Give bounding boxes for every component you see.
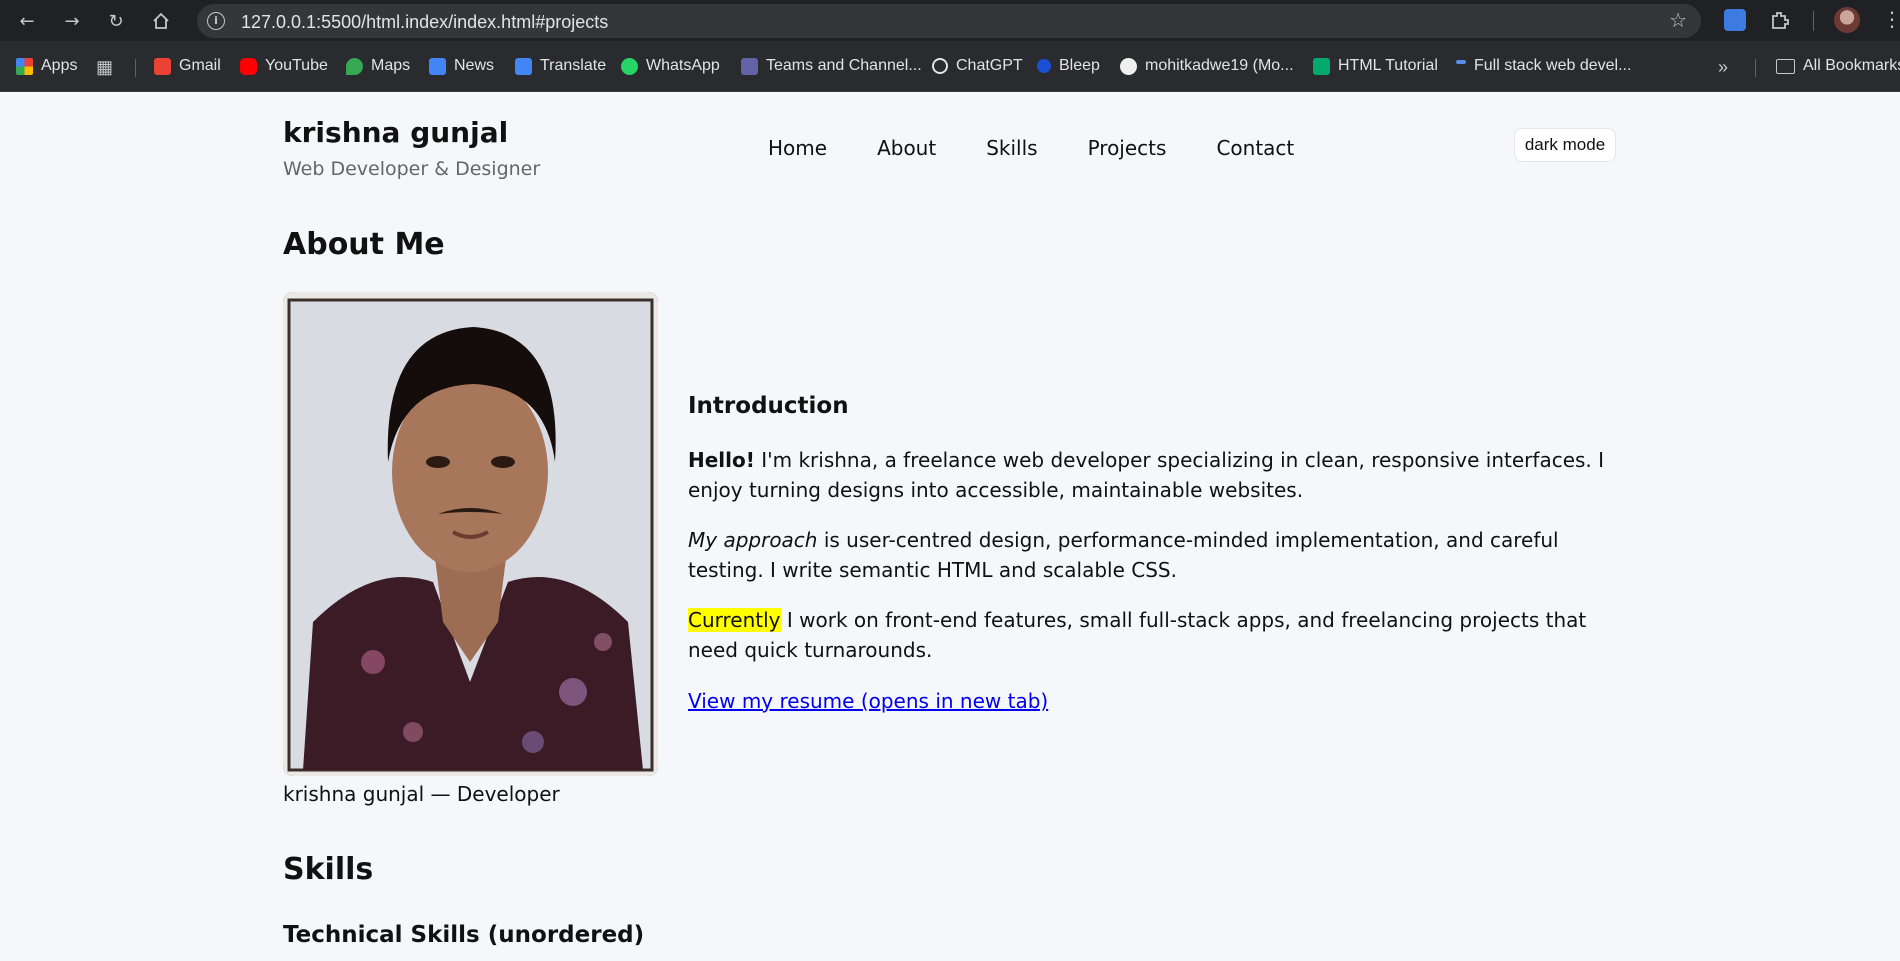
maps-icon bbox=[346, 57, 363, 75]
skills-heading: Skills bbox=[283, 852, 374, 887]
paragraph-text: I work on front-end features, small full… bbox=[688, 608, 1587, 662]
page-content: krishna gunjal Web Developer & Designer … bbox=[0, 92, 1900, 961]
nav-home[interactable]: Home bbox=[768, 136, 827, 160]
bookmark-label: Full stack web devel... bbox=[1474, 57, 1632, 74]
bookmark-whatsapp[interactable]: WhatsApp bbox=[621, 57, 720, 75]
bookmark-label: HTML Tutorial bbox=[1338, 57, 1438, 74]
bookmark-apps[interactable]: Apps bbox=[16, 57, 77, 75]
translate-extension-icon[interactable] bbox=[1724, 9, 1746, 31]
bookmark-separator bbox=[135, 59, 136, 77]
nav-projects[interactable]: Projects bbox=[1088, 136, 1167, 160]
menu-kebab-icon[interactable]: ⋮ bbox=[1882, 8, 1900, 30]
github-icon bbox=[1120, 57, 1137, 75]
youtube-icon bbox=[240, 57, 257, 75]
bookmarks-bar: Apps ▦ Gmail YouTube Maps News Translate… bbox=[0, 41, 1900, 92]
bookmark-label: Teams and Channel... bbox=[766, 57, 922, 74]
nav-skills[interactable]: Skills bbox=[986, 136, 1037, 160]
bookmark-youtube[interactable]: YouTube bbox=[240, 57, 328, 75]
intro-paragraph-3: Currently I work on front-end features, … bbox=[688, 605, 1618, 665]
bookmark-label: Bleep bbox=[1059, 57, 1100, 74]
introduction-heading: Introduction bbox=[688, 393, 849, 419]
intro-paragraph-2: My approach is user-centred design, perf… bbox=[688, 525, 1618, 585]
bookmark-label: mohitkadwe19 (Mo... bbox=[1145, 57, 1294, 74]
bookmark-icon bbox=[1456, 60, 1466, 64]
profile-photo bbox=[283, 292, 658, 776]
whatsapp-icon bbox=[621, 57, 638, 75]
w3schools-icon bbox=[1313, 57, 1330, 75]
bookmark-bleep[interactable]: Bleep bbox=[1037, 57, 1100, 75]
home-icon[interactable] bbox=[148, 8, 174, 34]
news-icon bbox=[429, 57, 446, 75]
translate-icon bbox=[515, 57, 532, 75]
dark-mode-button[interactable]: dark mode bbox=[1514, 128, 1616, 162]
bookmark-html-tutorial[interactable]: HTML Tutorial bbox=[1313, 57, 1438, 75]
paragraph-text: I'm krishna, a freelance web developer s… bbox=[688, 448, 1605, 502]
photo-caption: krishna gunjal — Developer bbox=[283, 782, 560, 806]
intro-paragraph-1: Hello! I'm krishna, a freelance web deve… bbox=[688, 445, 1618, 505]
bookmark-label: WhatsApp bbox=[646, 57, 720, 74]
bookmark-teams[interactable]: Teams and Channel... bbox=[741, 57, 922, 75]
site-subtitle: Web Developer & Designer bbox=[283, 158, 541, 180]
nav-about[interactable]: About bbox=[877, 136, 936, 160]
bookmark-gmail[interactable]: Gmail bbox=[154, 57, 221, 75]
site-info-icon[interactable]: i bbox=[207, 12, 225, 30]
paragraph-text: is user-centred design, performance-mind… bbox=[688, 528, 1559, 582]
bookmark-news[interactable]: News bbox=[429, 57, 494, 75]
bookmark-grid[interactable]: ▦ bbox=[96, 57, 113, 78]
folder-icon bbox=[1776, 58, 1795, 74]
approach-italic: My approach bbox=[688, 528, 818, 552]
bookmark-label: News bbox=[454, 57, 495, 74]
url-text[interactable]: 127.0.0.1:5500/html.index/index.html#pro… bbox=[241, 12, 608, 33]
browser-toolbar: ← → ↻ i 127.0.0.1:5500/html.index/index.… bbox=[0, 0, 1900, 41]
back-icon[interactable]: ← bbox=[14, 8, 40, 34]
reload-icon[interactable]: ↻ bbox=[103, 8, 129, 34]
resume-link[interactable]: View my resume (opens in new tab) bbox=[688, 689, 1048, 713]
address-bar[interactable]: i 127.0.0.1:5500/html.index/index.html#p… bbox=[197, 4, 1701, 38]
apps-grid-icon bbox=[16, 57, 33, 75]
bookmark-github[interactable]: mohitkadwe19 (Mo... bbox=[1120, 57, 1294, 75]
bookmark-label: Gmail bbox=[179, 57, 221, 74]
currently-highlight: Currently bbox=[688, 608, 781, 632]
bookmark-label: YouTube bbox=[265, 57, 328, 74]
site-title: krishna gunjal bbox=[283, 116, 509, 149]
bleep-icon bbox=[1037, 59, 1051, 73]
bookmark-label: Apps bbox=[41, 57, 78, 74]
chatgpt-icon bbox=[932, 58, 948, 74]
bookmark-label: ChatGPT bbox=[956, 57, 1023, 74]
nav-contact[interactable]: Contact bbox=[1216, 136, 1294, 160]
about-heading: About Me bbox=[283, 227, 445, 262]
bookmark-chatgpt[interactable]: ChatGPT bbox=[932, 57, 1023, 75]
main-navigation: Home About Skills Projects Contact bbox=[768, 136, 1344, 160]
profile-avatar[interactable] bbox=[1834, 7, 1860, 33]
technical-skills-heading: Technical Skills (unordered) bbox=[283, 922, 645, 948]
bookmark-maps[interactable]: Maps bbox=[346, 57, 410, 75]
gmail-icon bbox=[154, 57, 171, 75]
all-bookmarks-folder[interactable]: All Bookmarks bbox=[1776, 57, 1900, 75]
extensions-puzzle-icon[interactable] bbox=[1769, 9, 1791, 31]
teams-icon bbox=[741, 57, 758, 75]
forward-icon[interactable]: → bbox=[59, 8, 85, 34]
bookmark-label: All Bookmarks bbox=[1803, 57, 1900, 74]
toolbar-divider bbox=[1813, 11, 1814, 31]
hello-bold: Hello! bbox=[688, 448, 755, 472]
bookmark-label: Translate bbox=[540, 57, 607, 74]
bookmark-star-icon[interactable]: ☆ bbox=[1669, 8, 1687, 32]
bookmark-fullstack[interactable]: Full stack web devel... bbox=[1456, 57, 1631, 75]
bookmark-label: Maps bbox=[371, 57, 411, 74]
bookmark-separator bbox=[1755, 59, 1756, 77]
bookmark-translate[interactable]: Translate bbox=[515, 57, 606, 75]
tab-groups-icon: ▦ bbox=[96, 57, 114, 77]
bookmarks-overflow-chevron-icon[interactable]: » bbox=[1718, 57, 1728, 78]
